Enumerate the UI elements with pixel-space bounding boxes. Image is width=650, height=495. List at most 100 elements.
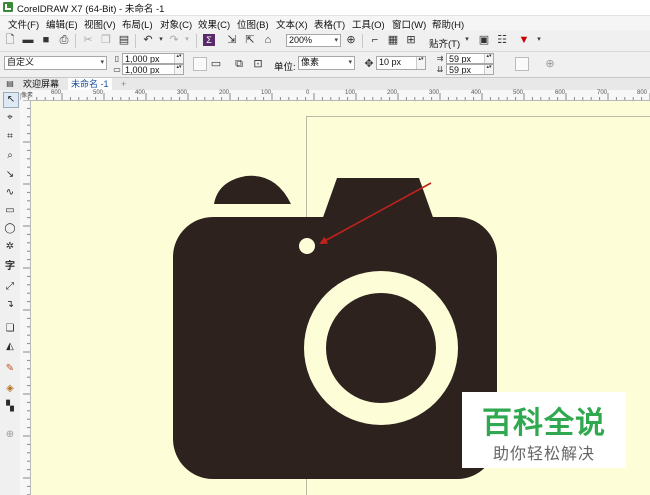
current-page-icon[interactable]: ⊡ [252,58,264,70]
ruler-tick-label: 800 [637,90,648,96]
duplicate-distance-x-field[interactable]: 59 px ▴▾ [446,53,494,64]
nudge-distance-icon: ✥ [364,58,374,70]
publish-pdf-icon[interactable]: ⌂ [262,34,274,46]
menu-text[interactable]: 文本(X) [276,17,308,31]
ellipse-tool-icon[interactable]: ◯ [3,222,17,236]
undo-dropdown-icon[interactable]: ▾ [155,34,167,46]
transparency-tool-icon[interactable]: ◭ [3,340,17,354]
page-height-field[interactable]: 1,000 px ▴▾ [122,64,184,75]
page-width-field[interactable]: 1,000 px ▴▾ [122,53,184,64]
open-folder-icon[interactable]: ▬ [22,34,34,46]
tab-untitled-1[interactable]: 未命名 -1 [68,78,112,90]
standard-toolbar: 🗋 ▬ ■ ⎙ ✂ ❐ ▤ ↶ ▾ ↷ ▾ Σ ⇲ ⇱ ⌂ 200% ▾ ⊕ ⌐… [0,31,650,52]
menu-bitmaps[interactable]: 位图(B) [237,17,269,31]
spinner-icon[interactable]: ▴▾ [174,54,183,63]
zoom-tool-icon[interactable]: ⌕ [3,149,17,163]
vertical-ruler[interactable] [20,100,31,495]
export-icon[interactable]: ⇱ [244,34,256,46]
new-document-icon[interactable]: 🗋 [4,34,16,46]
undo-icon[interactable]: ↶ [142,34,154,46]
redo-dropdown-icon[interactable]: ▾ [181,34,193,46]
all-pages-icon[interactable]: ⧉ [233,58,245,70]
menu-object[interactable]: 对象(C) [160,17,192,31]
units-dropdown[interactable]: 像素 ▾ [298,56,355,70]
flash-bump-shape[interactable] [214,175,291,204]
parallel-dimension-icon[interactable]: ⤢ [3,280,17,294]
shape-tool-icon[interactable]: ⌖ [3,111,17,125]
add-tool-icon[interactable]: ⊕ [3,428,17,442]
print-icon[interactable]: ⎙ [58,34,70,46]
show-guidelines-icon[interactable]: ⊞ [405,34,417,46]
flash-dot-shape[interactable] [299,238,315,254]
treat-as-filled-icon[interactable] [515,57,529,71]
document-icon: ▤ [6,79,14,88]
page-preset-value: 自定义 [7,57,35,67]
toolbar-divider [362,34,363,48]
ruler-tick-label: 400 [135,90,146,96]
menu-file[interactable]: 文件(F) [8,17,39,31]
menu-help[interactable]: 帮助(H) [432,17,464,31]
page-preset-dropdown[interactable]: 自定义 ▾ [4,56,107,70]
viewfinder-shape[interactable] [321,178,435,223]
freehand-tool-icon[interactable]: ↘ [3,168,17,182]
portrait-icon[interactable] [193,57,207,71]
import-icon[interactable]: ⇲ [226,34,238,46]
crop-tool-icon[interactable]: ⌗ [3,130,17,144]
chevron-down-icon: ▾ [334,37,338,44]
zoom-level-value: 200% [289,35,313,45]
spinner-icon[interactable]: ▴▾ [416,57,425,69]
full-screen-preview-icon[interactable]: ⊕ [345,34,357,46]
paste-icon[interactable]: ▤ [118,34,130,46]
add-icon[interactable]: ⊕ [544,58,556,70]
duplicate-distance-y-field[interactable]: 59 px ▴▾ [446,64,494,75]
ruler-tick-label: 300 [177,90,188,96]
landscape-icon[interactable]: ▭ [210,58,222,70]
snap-to-dropdown[interactable]: 贴齐(T) [429,36,460,50]
show-rulers-icon[interactable]: ⌐ [369,34,381,46]
show-grid-icon[interactable]: ▦ [387,34,399,46]
redo-icon[interactable]: ↷ [168,34,180,46]
lens-inner-circle[interactable] [326,293,436,403]
cut-icon[interactable]: ✂ [82,34,94,46]
chevron-down-icon[interactable]: ▾ [461,34,473,46]
polygon-tool-icon[interactable]: ✲ [3,240,17,254]
chevron-down-icon[interactable]: ▾ [533,34,545,46]
pick-tool-icon[interactable]: ↖ [3,92,19,108]
tab-welcome-screen[interactable]: 欢迎屏幕 [20,78,62,90]
menu-window[interactable]: 窗口(W) [392,17,426,31]
copy-icon[interactable]: ❐ [100,34,112,46]
options-icon[interactable]: ▣ [478,34,490,46]
nudge-distance-field[interactable]: 10 px ▴▾ [376,56,426,70]
menu-effects[interactable]: 效果(C) [198,17,230,31]
rectangle-tool-icon[interactable]: ▭ [3,204,17,218]
menu-layout[interactable]: 布局(L) [122,17,153,31]
ruler-tick-label: 500 [93,90,104,96]
toolbar-divider [75,34,76,48]
drop-shadow-icon[interactable]: ❏ [3,322,17,336]
spinner-icon[interactable]: ▴▾ [484,54,493,63]
zoom-level-field[interactable]: 200% ▾ [286,34,341,47]
application-launcher-icon[interactable]: ☷ [496,34,508,46]
artistic-media-icon[interactable]: ∿ [3,186,17,200]
horizontal-ruler[interactable]: 像素 600 500 400 300 200 100 0 100 200 300… [20,90,650,101]
smart-fill-icon[interactable]: ▚ [3,400,17,414]
menu-tools[interactable]: 工具(O) [352,17,385,31]
watermark-subtitle: 助你轻松解决 [492,446,595,463]
text-tool-icon[interactable]: 字 [3,260,17,274]
new-tab-icon[interactable]: + [118,78,129,90]
search-content-icon[interactable]: Σ [203,34,215,46]
interactive-fill-icon[interactable]: ◈ [3,382,17,396]
menu-edit[interactable]: 编辑(E) [46,17,78,31]
menu-view[interactable]: 视图(V) [84,17,116,31]
welcome-screen-icon[interactable]: ▼ [518,34,530,46]
spinner-icon[interactable]: ▴▾ [174,65,183,74]
toolbar-divider [196,34,197,48]
menu-table[interactable]: 表格(T) [314,17,345,31]
watermark-title: 百科全说 [482,407,606,440]
save-icon[interactable]: ■ [40,34,52,46]
spinner-icon[interactable]: ▴▾ [484,65,493,74]
connector-tool-icon[interactable]: ↴ [3,298,17,312]
toolbox: ↖ ⌖ ⌗ ⌕ ↘ ∿ ▭ ◯ ✲ 字 ⤢ ↴ ❏ ◭ ✎ ◈ ▚ ⊕ [0,90,21,495]
color-eyedropper-icon[interactable]: ✎ [3,362,17,376]
ruler-unit-label: 像素 [21,93,34,99]
